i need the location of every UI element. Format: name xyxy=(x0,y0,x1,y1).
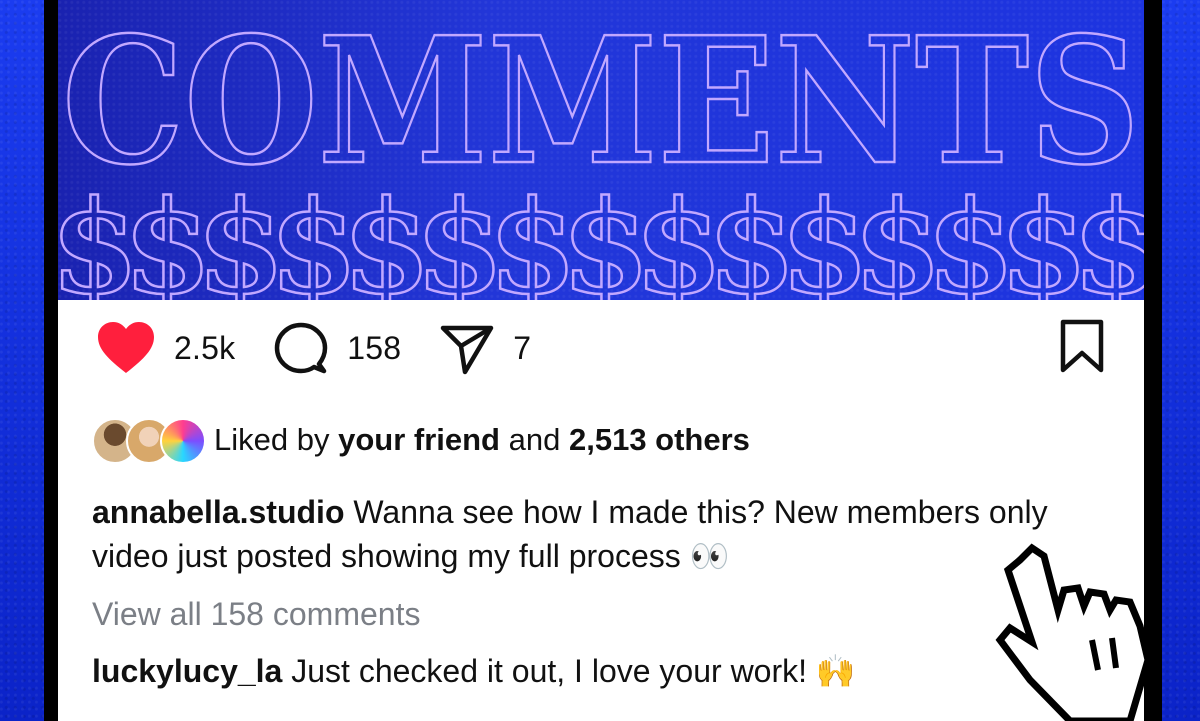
share-action[interactable]: 7 xyxy=(439,320,531,376)
liked-by-others[interactable]: 2,513 others xyxy=(569,422,750,458)
like-action[interactable]: 2.5k xyxy=(96,321,235,375)
send-icon[interactable] xyxy=(439,320,495,376)
comment-text: Just checked it out, I love your work! 🙌 xyxy=(291,653,856,689)
dollar-sign-glyph: $ xyxy=(1072,173,1144,300)
action-bar: 2.5k 158 7 xyxy=(96,318,1106,378)
post-username[interactable]: annabella.studio xyxy=(92,494,344,530)
avatar xyxy=(160,418,206,464)
top-comment: luckylucy_la Just checked it out, I love… xyxy=(92,652,856,690)
comment-username[interactable]: luckylucy_la xyxy=(92,653,282,689)
liked-by-friend[interactable]: your friend xyxy=(338,422,500,458)
like-count: 2.5k xyxy=(174,329,236,366)
liked-by-and: and xyxy=(508,422,561,457)
comments-dollar-artwork: COMMENTS $$$$$$$$$$$$$$$ xyxy=(58,0,1144,300)
bookmark-icon[interactable] xyxy=(1058,318,1106,374)
liked-by-row[interactable]: Liked by your friend and 2,513 others xyxy=(92,414,750,466)
comment-count: 158 xyxy=(347,329,402,366)
comment-action[interactable]: 158 xyxy=(273,320,401,376)
liked-by-avatars xyxy=(92,416,206,464)
view-all-comments-link[interactable]: View all 158 comments xyxy=(92,596,420,633)
dollar-sign-row: $$$$$$$$$$$$$$$ xyxy=(58,172,1144,300)
liked-by-prefix: Liked by xyxy=(214,422,330,457)
comment-bubble-icon[interactable] xyxy=(273,320,329,376)
pointer-hand-cursor-icon xyxy=(995,543,1152,721)
share-count: 7 xyxy=(513,329,532,366)
post-caption: annabella.studio Wanna see how I made th… xyxy=(92,490,1112,578)
heart-icon[interactable] xyxy=(96,321,156,375)
post-image[interactable]: COMMENTS $ $ $ $ $ $ $ $ $ $ $ $ $ $ $ xyxy=(58,0,1144,300)
